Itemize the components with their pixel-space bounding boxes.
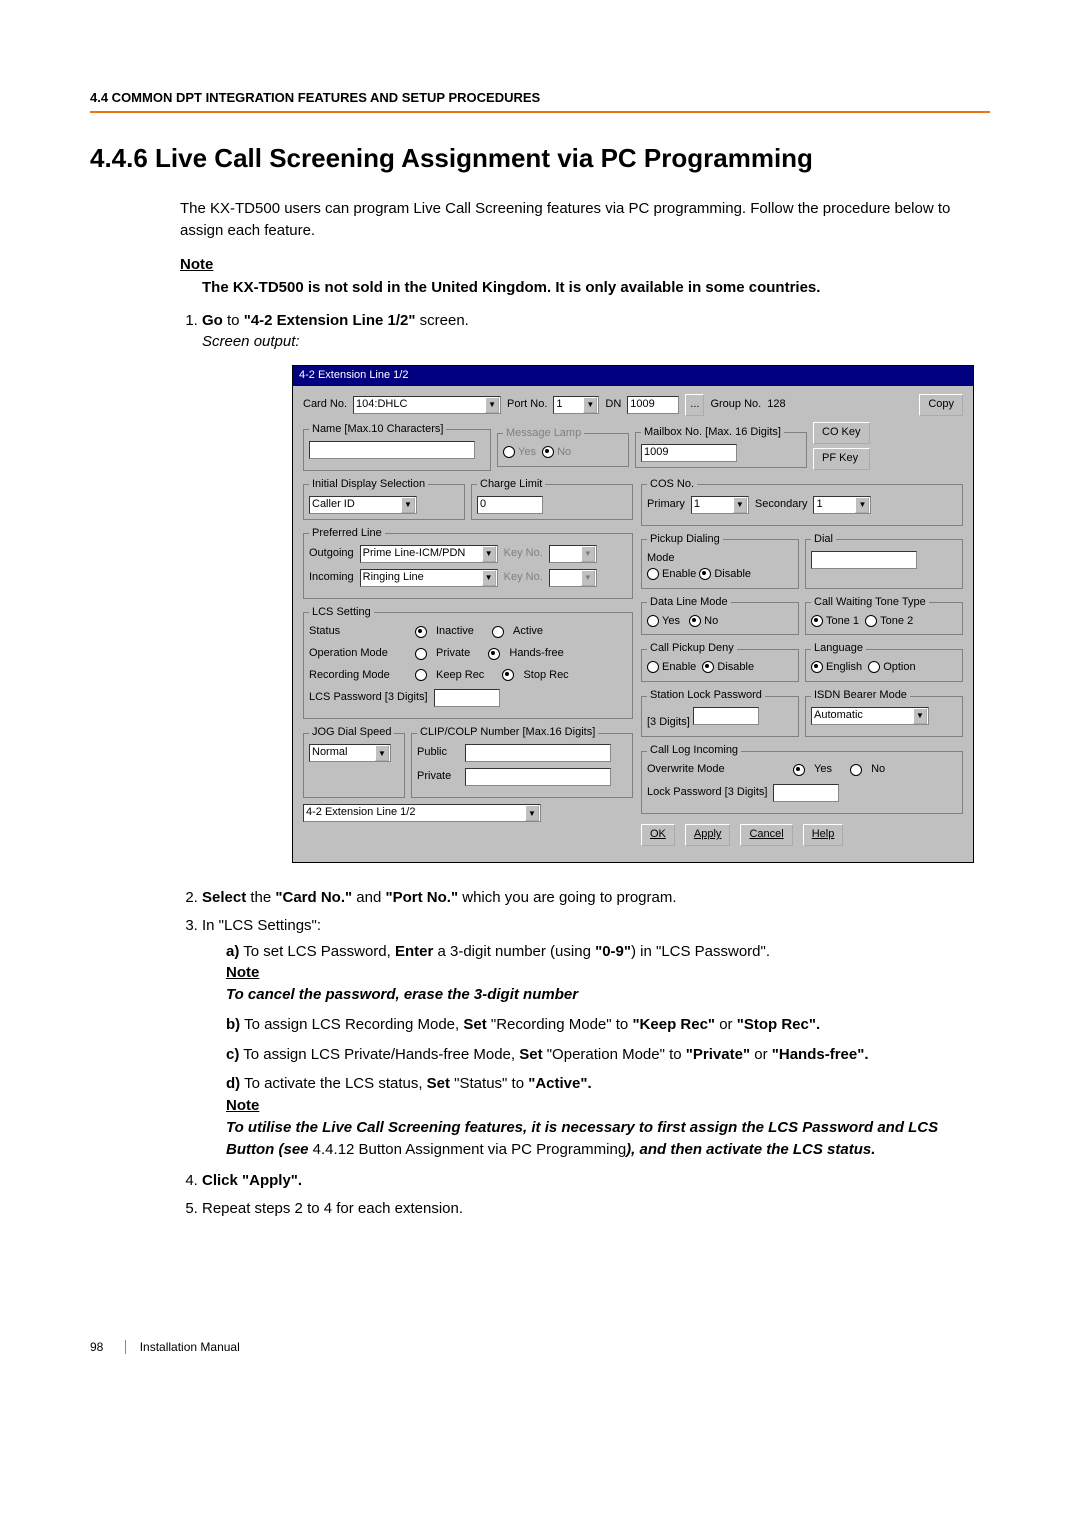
dial-legend: Dial [811,532,836,548]
help-button[interactable]: Help [803,824,844,846]
step-3: In "LCS Settings": a) To set LCS Passwor… [202,915,990,1161]
intro-text: The KX-TD500 users can program Live Call… [180,198,990,242]
init-disp-select[interactable]: Caller ID [309,496,417,514]
tone1-radio[interactable] [811,615,823,627]
call-waiting-tone-legend: Call Waiting Tone Type [811,595,929,611]
dialog-window: 4-2 Extension Line 1/2 Card No. 104:DHLC… [292,365,974,863]
clip-public-field[interactable] [465,744,611,762]
charge-limit-field[interactable]: 0 [477,496,543,514]
step-3a: a) To set LCS Password, Enter a 3-digit … [226,941,990,1006]
step-3b: b) To assign LCS Recording Mode, Set "Re… [226,1014,990,1036]
screen-output-label: Screen output: [202,333,300,350]
section-header: 4.4 COMMON DPT INTEGRATION FEATURES AND … [90,90,990,113]
dn-field[interactable]: 1009 [627,396,679,414]
page-title: 4.4.6 Live Call Screening Assignment via… [90,143,990,174]
lang-opt-radio[interactable] [868,661,880,673]
dn-label: DN [605,397,621,413]
copy-button[interactable]: Copy [919,394,963,416]
opmode-hf-radio[interactable] [488,648,500,660]
apply-button[interactable]: Apply [685,824,731,846]
page-number: 98 [90,1340,103,1354]
overwrite-no-radio[interactable] [850,764,862,776]
incoming-select[interactable]: Ringing Line [360,569,498,587]
pickup-enable-radio[interactable] [647,568,659,580]
lang-en-radio[interactable] [811,661,823,673]
overwrite-yes-radio[interactable] [793,764,805,776]
preferred-line-legend: Preferred Line [309,526,385,542]
isdn-bearer-legend: ISDN Bearer Mode [811,688,910,704]
port-no-label: Port No. [507,397,547,413]
note-label-a: Note [226,962,990,984]
jog-dial-legend: JOG Dial Speed [309,725,394,741]
footer-text: Installation Manual [125,1340,240,1354]
pickup-dialing-legend: Pickup Dialing [647,532,723,548]
card-no-label: Card No. [303,397,347,413]
page-footer: 98 Installation Manual [90,1340,990,1354]
outgoing-keyno [549,545,597,563]
dial-field[interactable] [811,551,917,569]
pickup-disable-radio[interactable] [699,568,711,580]
dlm-no-radio[interactable] [689,615,701,627]
lcs-setting-legend: LCS Setting [309,605,374,621]
language-legend: Language [811,641,866,657]
step-3d: d) To activate the LCS status, Set "Stat… [226,1073,990,1160]
cos-primary-select[interactable]: 1 [691,496,749,514]
charge-limit-legend: Charge Limit [477,477,545,493]
isdn-bearer-select[interactable]: Automatic [811,707,929,725]
note-body: The KX-TD500 is not sold in the United K… [202,277,990,298]
message-lamp-legend: Message Lamp [503,426,584,442]
cos-no-legend: COS No. [647,477,697,493]
page-select[interactable]: 4-2 Extension Line 1/2 [303,804,541,822]
clip-private-field[interactable] [465,768,611,786]
cpd-disable-radio[interactable] [702,661,714,673]
step-1: Go to "4-2 Extension Line 1/2" screen. S… [202,310,990,864]
status-inactive-radio[interactable] [415,626,427,638]
name-legend: Name [Max.10 Characters] [309,422,446,438]
group-no-value: 128 [767,397,785,413]
jog-dial-select[interactable]: Normal [309,744,391,762]
port-no-select[interactable]: 1 [553,396,599,414]
opmode-private-radio[interactable] [415,648,427,660]
init-disp-legend: Initial Display Selection [309,477,428,493]
step-5: Repeat steps 2 to 4 for each extension. [202,1198,990,1220]
data-line-mode-legend: Data Line Mode [647,595,731,611]
note-label-d: Note [226,1095,990,1117]
cancel-button[interactable]: Cancel [740,824,792,846]
cpd-enable-radio[interactable] [647,661,659,673]
pf-key-button[interactable]: PF Key [813,448,870,470]
step-2: Select the "Card No." and "Port No." whi… [202,887,990,909]
lcs-password-field[interactable] [434,689,500,707]
dn-browse-button[interactable]: ... [685,394,704,416]
name-field[interactable] [309,441,475,459]
co-key-button[interactable]: CO Key [813,422,870,444]
note-label: Note [180,256,990,273]
card-no-select[interactable]: 104:DHLC [353,396,501,414]
lock-pwd-field[interactable] [773,784,839,802]
note-body-a: To cancel the password, erase the 3-digi… [226,986,578,1003]
clip-colp-legend: CLIP/COLP Number [Max.16 Digits] [417,725,598,741]
group-no-label: Group No. [710,397,761,413]
station-lock-pwd-legend: Station Lock Password [647,688,765,704]
recmode-keep-radio[interactable] [415,669,427,681]
window-titlebar: 4-2 Extension Line 1/2 [293,366,973,386]
tone2-radio[interactable] [865,615,877,627]
cos-secondary-select[interactable]: 1 [813,496,871,514]
call-pickup-deny-legend: Call Pickup Deny [647,641,737,657]
dlm-yes-radio[interactable] [647,615,659,627]
status-active-radio[interactable] [492,626,504,638]
incoming-keyno [549,569,597,587]
ok-button[interactable]: OK [641,824,675,846]
mailbox-field[interactable]: 1009 [641,444,737,462]
step-4: Click "Apply". [202,1170,990,1192]
mailbox-legend: Mailbox No. [Max. 16 Digits] [641,425,784,441]
step-3c: c) To assign LCS Private/Hands-free Mode… [226,1044,990,1066]
recmode-stop-radio[interactable] [502,669,514,681]
outgoing-select[interactable]: Prime Line-ICM/PDN [360,545,498,563]
call-log-incoming-legend: Call Log Incoming [647,743,741,759]
station-lock-pwd-field[interactable] [693,707,759,725]
